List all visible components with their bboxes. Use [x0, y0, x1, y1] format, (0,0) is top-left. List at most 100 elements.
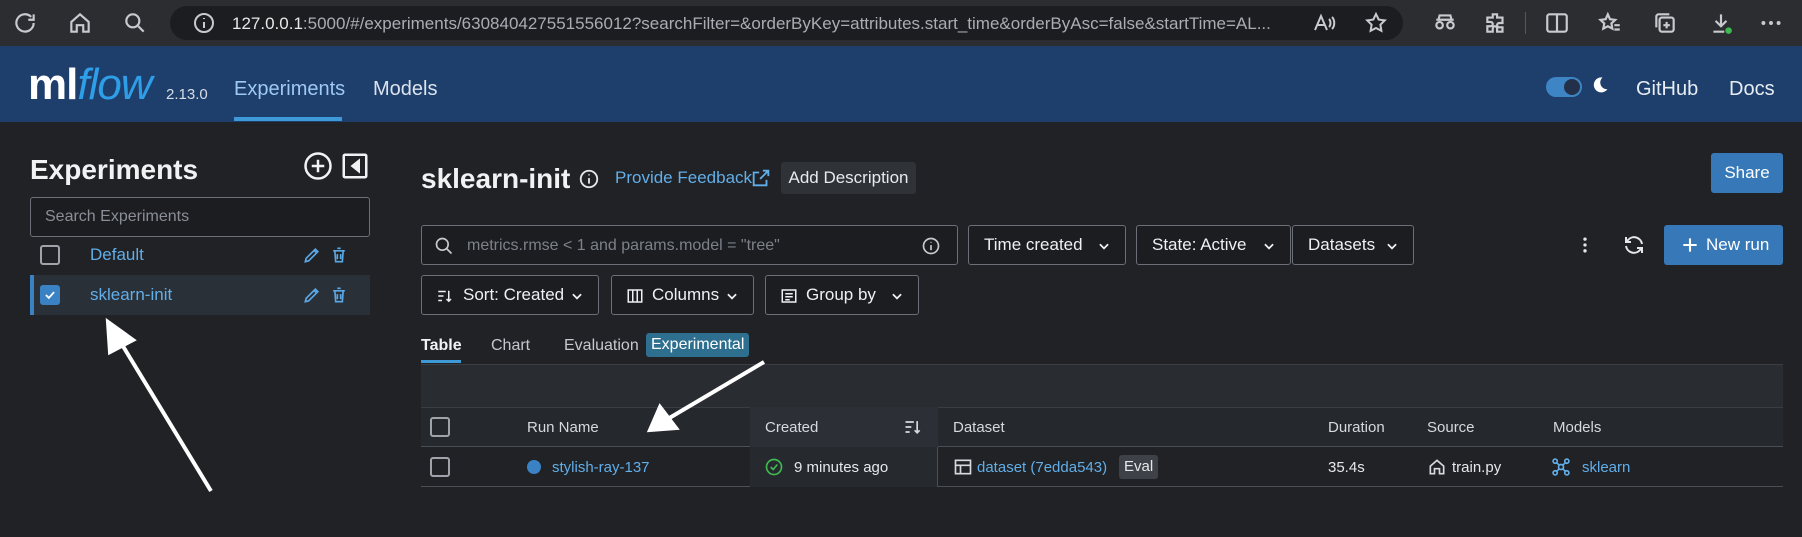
edit-icon[interactable]: [302, 285, 322, 305]
docs-link[interactable]: Docs: [1729, 78, 1775, 101]
header-dataset[interactable]: Dataset: [953, 419, 1005, 436]
columns-dropdown[interactable]: Columns: [611, 275, 754, 315]
search-icon: [435, 237, 453, 255]
add-description-button[interactable]: Add Description: [781, 162, 916, 194]
header-models[interactable]: Models: [1553, 419, 1601, 436]
group-by-icon: [781, 289, 797, 303]
created-time: 9 minutes ago: [794, 459, 889, 476]
header-duration[interactable]: Duration: [1328, 419, 1385, 436]
provide-feedback-link[interactable]: Provide Feedback: [615, 168, 752, 188]
delete-icon[interactable]: [329, 285, 349, 305]
mlflow-logo[interactable]: mlflow: [28, 60, 153, 110]
search-experiments-input[interactable]: [30, 197, 370, 237]
create-experiment-icon[interactable]: [303, 151, 333, 181]
external-link-icon[interactable]: [750, 167, 772, 189]
downloads-icon[interactable]: [1708, 10, 1734, 36]
edit-icon[interactable]: [302, 245, 322, 265]
delete-icon[interactable]: [329, 245, 349, 265]
dataset-link[interactable]: dataset (7edda543): [977, 459, 1107, 476]
run-name-link[interactable]: stylish-ray-137: [552, 459, 650, 476]
dark-mode-toggle[interactable]: [1546, 77, 1582, 97]
nav-models[interactable]: Models: [373, 78, 437, 101]
search-info-icon[interactable]: [921, 236, 941, 256]
share-button[interactable]: Share: [1711, 153, 1783, 193]
url-text[interactable]: 127.0.0.1:5000/#/experiments/63084042755…: [232, 14, 1292, 34]
collapse-sidebar-icon[interactable]: [340, 151, 370, 181]
experiment-name[interactable]: sklearn-init: [90, 285, 172, 305]
dropdown-label: Sort: Created: [463, 285, 565, 304]
header-source[interactable]: Source: [1427, 419, 1475, 436]
dropdown-label: State: Active: [1152, 235, 1247, 254]
home-icon[interactable]: [67, 10, 93, 36]
model-icon: [1552, 458, 1570, 476]
github-link[interactable]: GitHub: [1636, 78, 1698, 101]
runs-search-input[interactable]: metrics.rmse < 1 and params.model = "tre…: [421, 225, 958, 265]
extensions-icon[interactable]: [1483, 10, 1509, 36]
header-created[interactable]: Created: [765, 419, 818, 436]
app-header: mlflow 2.13.0 Experiments Models GitHub …: [0, 46, 1802, 122]
experiment-checkbox-checked[interactable]: [40, 285, 60, 305]
plus-icon: [1683, 238, 1697, 252]
toggle-knob: [1564, 79, 1580, 95]
experiment-checkbox[interactable]: [40, 245, 60, 265]
header-run-name[interactable]: Run Name: [527, 419, 599, 436]
chevron-down-icon: [892, 293, 902, 300]
site-info-icon[interactable]: [192, 11, 216, 35]
toolbar-divider: [1525, 12, 1526, 34]
row-checkbox[interactable]: [430, 457, 450, 477]
search-icon[interactable]: [122, 10, 148, 36]
browser-toolbar: 127.0.0.1:5000/#/experiments/63084042755…: [0, 0, 1802, 46]
experiment-item-default[interactable]: Default: [30, 235, 370, 275]
datasets-dropdown[interactable]: Datasets: [1292, 225, 1414, 265]
address-bar[interactable]: 127.0.0.1:5000/#/experiments/63084042755…: [170, 6, 1403, 40]
sort-icon: [438, 290, 452, 303]
tab-table[interactable]: Table: [421, 337, 462, 355]
model-link[interactable]: sklearn: [1582, 459, 1630, 476]
time-created-dropdown[interactable]: Time created: [968, 225, 1126, 265]
new-run-label: New run: [1706, 235, 1770, 254]
favorite-star-icon[interactable]: [1364, 11, 1388, 35]
sort-descending-icon[interactable]: [903, 417, 923, 437]
info-icon[interactable]: [578, 168, 600, 190]
experimental-badge: Experimental: [646, 333, 750, 357]
sort-dropdown[interactable]: Sort: Created: [421, 275, 599, 315]
dataset-context-tag: Eval: [1119, 455, 1159, 479]
chevron-down-icon: [572, 293, 582, 300]
tab-chart[interactable]: Chart: [491, 337, 530, 355]
nav-active-indicator: [234, 117, 342, 121]
home-source-icon: [1429, 459, 1445, 475]
run-duration: 35.4s: [1328, 459, 1365, 476]
dropdown-label: Datasets: [1308, 235, 1376, 254]
refresh-icon[interactable]: [1622, 233, 1646, 257]
more-menu-icon[interactable]: [1758, 10, 1784, 36]
kebab-menu-icon[interactable]: [1575, 234, 1595, 256]
chevron-down-icon: [727, 293, 737, 300]
collections-icon[interactable]: [1652, 10, 1678, 36]
state-dropdown[interactable]: State: Active: [1136, 225, 1291, 265]
nav-experiments[interactable]: Experiments: [234, 78, 345, 101]
new-run-button[interactable]: New run: [1664, 225, 1783, 265]
chevron-down-icon: [1264, 243, 1274, 250]
run-status-dot: [527, 460, 541, 474]
search-placeholder: metrics.rmse < 1 and params.model = "tre…: [467, 237, 780, 254]
moon-icon: [1593, 77, 1608, 93]
favorites-icon[interactable]: [1597, 10, 1623, 36]
select-all-checkbox[interactable]: [430, 417, 450, 437]
group-by-dropdown[interactable]: Group by: [765, 275, 919, 315]
reload-icon[interactable]: [12, 10, 38, 36]
extension-spy-icon[interactable]: [1432, 10, 1458, 36]
columns-icon: [627, 289, 643, 303]
run-source[interactable]: train.py: [1452, 459, 1501, 476]
experiment-item-sklearn-init[interactable]: sklearn-init: [30, 275, 370, 315]
split-screen-icon[interactable]: [1544, 10, 1570, 36]
tab-evaluation[interactable]: Evaluation: [564, 337, 639, 355]
arrow-to-sidebar-line: [116, 336, 213, 493]
dropdown-label: Group by: [806, 285, 876, 304]
dropdown-label: Columns: [652, 285, 720, 304]
dropdown-label: Time created: [984, 235, 1083, 254]
experiment-name[interactable]: Default: [90, 245, 144, 265]
table-icon: [954, 459, 972, 475]
read-aloud-icon[interactable]: [1312, 11, 1336, 35]
version-label: 2.13.0: [166, 86, 208, 103]
chevron-down-icon: [1099, 243, 1109, 250]
